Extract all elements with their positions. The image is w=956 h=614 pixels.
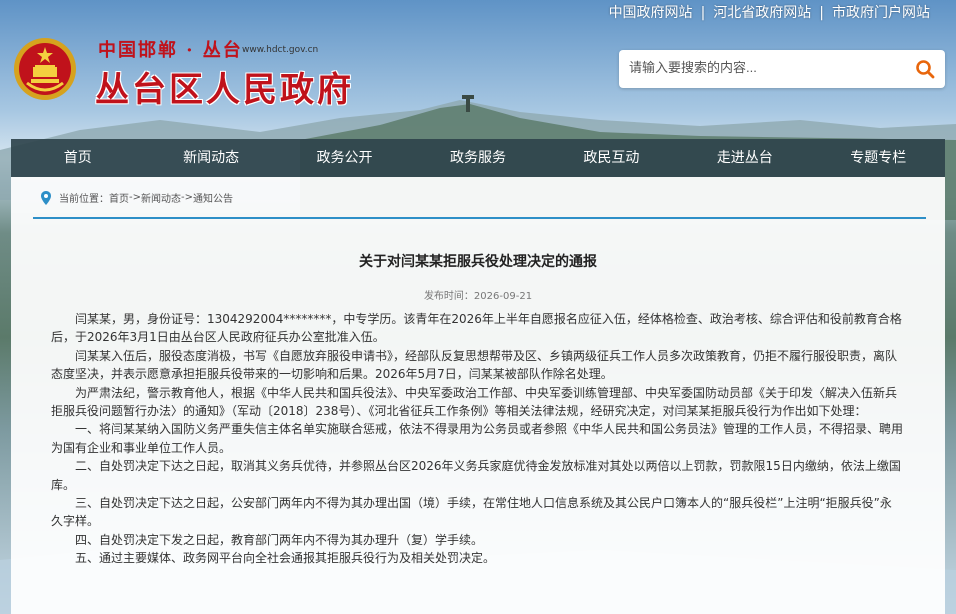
top-links: 中国政府网站 | 河北省政府网站 | 市政府门户网站 xyxy=(609,2,930,22)
search-box xyxy=(619,50,945,88)
nav-home[interactable]: 首页 xyxy=(11,139,144,177)
article-paragraph: 为严肃法纪，警示教育他人，根据《中华人民共和国兵役法》、中央军委政治工作部、中央… xyxy=(51,385,898,419)
link-city-gov[interactable]: 市政府门户网站 xyxy=(832,5,930,21)
article-paragraph: 闫某某入伍后，服役态度消极，书写《自愿放弃服役申请书》，经部队反复思想帮带及区、… xyxy=(51,348,898,382)
site-subtitle: 中国邯郸 · 丛台 xyxy=(98,40,243,61)
nav-about[interactable]: 走进丛台 xyxy=(678,139,811,177)
article-paragraph: 一、将闫某某纳入国防义务严重失信主体名单实施联合惩戒，依法不得录用为公务员或者参… xyxy=(51,422,904,455)
breadcrumb-prefix: 当前位置： xyxy=(59,194,109,205)
link-central-gov[interactable]: 中国政府网站 xyxy=(609,5,693,21)
breadcrumb-news[interactable]: 新闻动态 xyxy=(141,190,181,205)
breadcrumb-separator: -> xyxy=(181,192,193,203)
breadcrumb-notices[interactable]: 通知公告 xyxy=(193,190,233,205)
nav-gov-affairs[interactable]: 政务公开 xyxy=(278,139,411,177)
location-pin-icon xyxy=(41,190,51,205)
article-date: 发布时间：2026-09-21 xyxy=(423,291,533,302)
breadcrumb-home[interactable]: 首页 xyxy=(109,190,129,205)
article-paragraph: 二、自处罚决定下达之日起，取消其义务兵优待，并参照丛台区2026年义务兵家庭优待… xyxy=(51,459,901,492)
divider: | xyxy=(700,5,706,21)
breadcrumb: 当前位置： 首页 -> 新闻动态 -> 通知公告 xyxy=(41,190,233,205)
site-url: www.hdct.gov.cn xyxy=(242,45,319,55)
article-paragraph: 四、自处罚决定下发之日起，教育部门两年内不得为其办理升（复）学手续。 xyxy=(75,532,484,547)
nav-topics[interactable]: 专题专栏 xyxy=(812,139,945,177)
national-emblem-icon xyxy=(13,37,77,101)
main-nav: 首页 新闻动态 政务公开 政务服务 政民互动 走进丛台 专题专栏 xyxy=(11,139,945,177)
article-body: 闫某某，男，身份证号：1304292004********，中专学历。该青年在2… xyxy=(51,310,903,568)
search-input[interactable] xyxy=(627,59,911,76)
nav-services[interactable]: 政务服务 xyxy=(411,139,544,177)
breadcrumb-separator: -> xyxy=(129,192,141,203)
divider: | xyxy=(819,5,824,21)
link-hebei-gov[interactable]: 河北省政府网站 xyxy=(713,5,811,21)
article-paragraph: 三、自处罚决定下达之日起，公安部门两年内不得为其办理出国（境）手续，在常住地人口… xyxy=(51,496,892,529)
article-paragraph: 五、通过主要媒体、政务网平台向全社会通报其拒服兵役行为及相关处罚决定。 xyxy=(75,551,496,566)
nav-interaction[interactable]: 政民互动 xyxy=(545,139,678,177)
breadcrumb-divider xyxy=(33,217,926,219)
search-icon[interactable] xyxy=(915,59,935,79)
article-title: 关于对闫某某拒服兵役处理决定的通报 xyxy=(359,254,597,270)
article-paragraph: 闫某某，男，身份证号：1304292004********，中专学历。该青年在2… xyxy=(51,312,902,345)
site-title[interactable]: 丛台区人民政府 xyxy=(95,62,354,111)
nav-news[interactable]: 新闻动态 xyxy=(144,139,277,177)
content-panel: 当前位置： 首页 -> 新闻动态 -> 通知公告 关于对闫某某拒服兵役处理决定的… xyxy=(11,177,945,614)
